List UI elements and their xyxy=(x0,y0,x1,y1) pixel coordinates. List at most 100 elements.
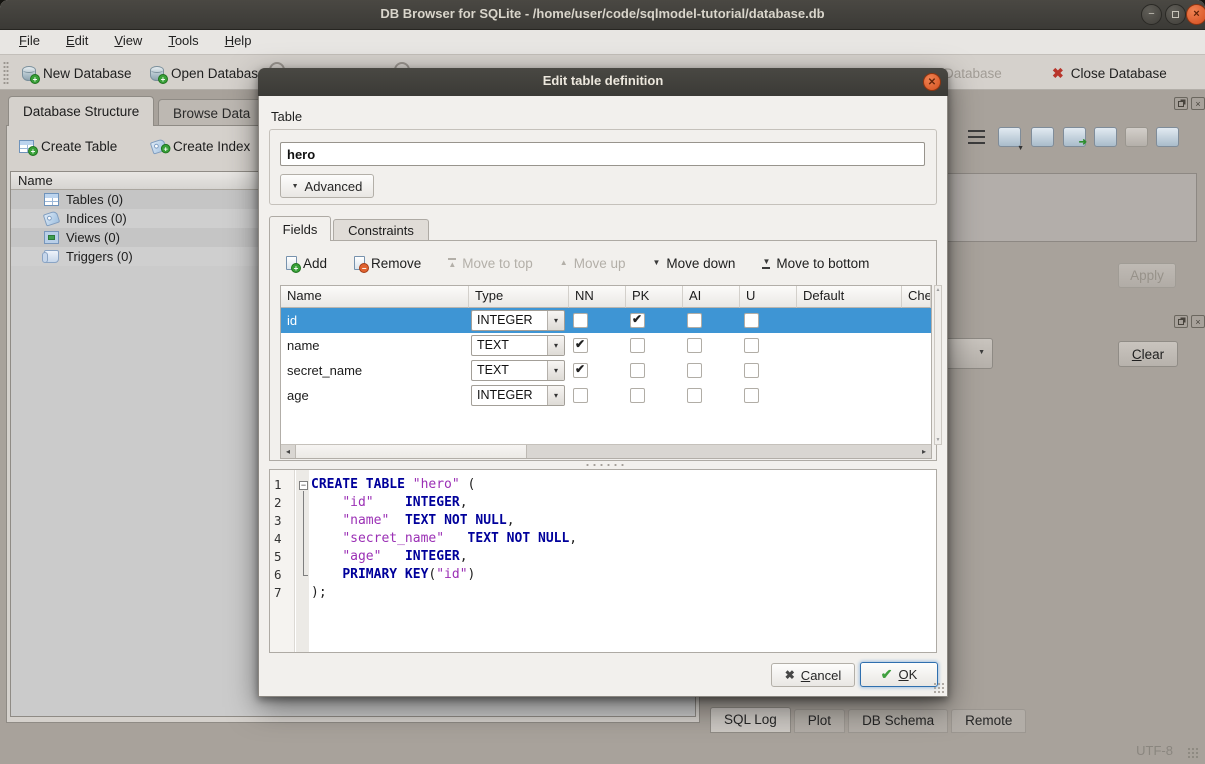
grid-horizontal-scrollbar[interactable]: ◂ ▸ xyxy=(281,444,931,458)
line-number: 3 xyxy=(270,513,294,531)
tab-browse-data[interactable]: Browse Data xyxy=(158,99,265,126)
dock-close-button[interactable]: × xyxy=(1191,97,1205,110)
scrollbar-thumb[interactable] xyxy=(295,445,527,458)
add-button[interactable]: +Add xyxy=(286,256,327,271)
combo-arrow-icon[interactable]: ▾ xyxy=(547,336,564,355)
grid-vertical-scrollbar[interactable]: ▲▼ xyxy=(934,285,942,445)
create-table-button[interactable]: + Create Table xyxy=(19,135,117,157)
titlebar[interactable]: DB Browser for SQLite - /home/user/code/… xyxy=(0,0,1205,30)
column-header-che[interactable]: Che xyxy=(902,286,931,308)
dock-tab-db-schema[interactable]: DB Schema xyxy=(848,709,948,733)
type-combo-secret-name[interactable]: TEXT▾ xyxy=(471,360,565,381)
dock-close-button[interactable]: × xyxy=(1191,315,1205,328)
column-header-pk[interactable]: PK xyxy=(626,286,683,308)
type-combo-age[interactable]: INTEGER▾ xyxy=(471,385,565,406)
toolbar-drag-handle[interactable] xyxy=(3,61,9,84)
ai-checkbox-name[interactable] xyxy=(687,338,702,353)
pk-checkbox-id[interactable] xyxy=(630,313,645,328)
menu-item-view[interactable]: View xyxy=(101,30,155,54)
new-database-button[interactable]: + New Database xyxy=(22,62,132,84)
dock-float-button[interactable] xyxy=(1174,315,1188,328)
table-name-input[interactable] xyxy=(280,142,925,166)
print-icon[interactable] xyxy=(1156,127,1179,147)
ai-checkbox-id[interactable] xyxy=(687,313,702,328)
dialog-titlebar[interactable]: Edit table definition ✕ xyxy=(258,68,948,96)
combo-arrow-icon[interactable]: ▾ xyxy=(547,361,564,380)
column-header-ai[interactable]: AI xyxy=(683,286,740,308)
u-checkbox-name[interactable] xyxy=(744,338,759,353)
link-icon[interactable] xyxy=(1094,127,1117,147)
create-index-button[interactable]: + Create Index xyxy=(151,135,250,157)
nn-checkbox-id[interactable] xyxy=(573,313,588,328)
column-header-nn[interactable]: NN xyxy=(569,286,626,308)
splitter-handle[interactable] xyxy=(584,463,624,467)
create-index-label: Create Index xyxy=(173,139,250,154)
column-header-u[interactable]: U xyxy=(740,286,797,308)
tab-constraints[interactable]: Constraints xyxy=(333,219,429,241)
ai-checkbox-secret-name[interactable] xyxy=(687,363,702,378)
remove-button[interactable]: −Remove xyxy=(354,256,421,271)
column-header-type[interactable]: Type xyxy=(469,286,569,308)
combo-arrow-icon[interactable]: ▾ xyxy=(547,386,564,405)
tab-database-structure[interactable]: Database Structure xyxy=(8,96,154,126)
dialog-close-icon: ✕ xyxy=(928,77,936,88)
nn-checkbox-age[interactable] xyxy=(573,388,588,403)
advanced-button[interactable]: ▼ Advanced xyxy=(280,174,374,198)
menu-item-file[interactable]: File xyxy=(6,30,53,54)
column-header-default[interactable]: Default xyxy=(797,286,902,308)
fold-collapse-icon[interactable]: − xyxy=(299,481,308,490)
execute-sql-icon[interactable]: ➜ xyxy=(1063,127,1086,147)
pk-checkbox-age[interactable] xyxy=(630,388,645,403)
save-sql-file-icon[interactable] xyxy=(1031,127,1054,147)
close-database-button[interactable]: ✖ Close Database xyxy=(1052,62,1167,84)
apply-button: Apply xyxy=(1118,263,1176,288)
move-to-bottom-button[interactable]: ▼Move to bottom xyxy=(762,256,869,271)
sql-preview[interactable]: 1234567 − CREATE TABLE "hero" ( "id" INT… xyxy=(269,469,937,653)
type-combo-id[interactable]: INTEGER▾ xyxy=(471,310,565,331)
ok-button[interactable]: ✔ OK xyxy=(860,662,938,687)
menu-item-edit[interactable]: Edit xyxy=(53,30,101,54)
dock-tab-plot[interactable]: Plot xyxy=(794,709,845,733)
tab-fields[interactable]: Fields xyxy=(269,216,331,241)
open-sql-file-icon[interactable]: ▼ xyxy=(998,127,1021,147)
minimize-button[interactable]: − xyxy=(1141,4,1162,25)
cancel-button[interactable]: ✖ Cancel xyxy=(771,663,855,687)
line-number: 4 xyxy=(270,531,294,549)
pk-checkbox-secret-name[interactable] xyxy=(630,363,645,378)
dock-tab-remote[interactable]: Remote xyxy=(951,709,1026,733)
dialog-resize-grip[interactable] xyxy=(933,682,944,693)
u-checkbox-secret-name[interactable] xyxy=(744,363,759,378)
dock-tab-sql-log[interactable]: SQL Log xyxy=(710,707,791,733)
ai-checkbox-age[interactable] xyxy=(687,388,702,403)
nn-cell xyxy=(569,383,626,408)
field-row-id[interactable]: idINTEGER▾ xyxy=(281,308,931,333)
maximize-button[interactable] xyxy=(1165,4,1186,25)
sql-tab-list-icon[interactable] xyxy=(968,130,985,144)
scroll-left-icon[interactable]: ◂ xyxy=(281,445,295,458)
move-down-button[interactable]: ▼Move down xyxy=(652,256,735,271)
menu-item-tools[interactable]: Tools xyxy=(155,30,211,54)
clear-button[interactable]: Clear xyxy=(1118,341,1178,367)
column-header-name[interactable]: Name xyxy=(281,286,469,308)
nn-checkbox-secret-name[interactable] xyxy=(573,363,588,378)
open-database-button[interactable]: + Open Database xyxy=(150,62,266,84)
close-window-button[interactable]: × xyxy=(1186,4,1205,25)
scroll-right-icon[interactable]: ▸ xyxy=(917,445,931,458)
window-resize-grip[interactable] xyxy=(1187,747,1199,759)
u-checkbox-id[interactable] xyxy=(744,313,759,328)
index-icon xyxy=(43,210,60,226)
field-row-age[interactable]: ageINTEGER▾ xyxy=(281,383,931,408)
encoding-indicator[interactable]: UTF-8 xyxy=(1136,743,1173,758)
menu-item-help[interactable]: Help xyxy=(212,30,265,54)
field-row-name[interactable]: nameTEXT▾ xyxy=(281,333,931,358)
window-title: DB Browser for SQLite - /home/user/code/… xyxy=(0,6,1205,21)
combo-arrow-icon[interactable]: ▾ xyxy=(547,311,564,330)
dock-float-button[interactable] xyxy=(1174,97,1188,110)
type-combo-name[interactable]: TEXT▾ xyxy=(471,335,565,356)
nn-checkbox-name[interactable] xyxy=(573,338,588,353)
u-checkbox-age[interactable] xyxy=(744,388,759,403)
scrollbar-track[interactable] xyxy=(527,445,917,458)
pk-checkbox-name[interactable] xyxy=(630,338,645,353)
dialog-close-button[interactable]: ✕ xyxy=(923,73,941,91)
field-row-secret-name[interactable]: secret_nameTEXT▾ xyxy=(281,358,931,383)
